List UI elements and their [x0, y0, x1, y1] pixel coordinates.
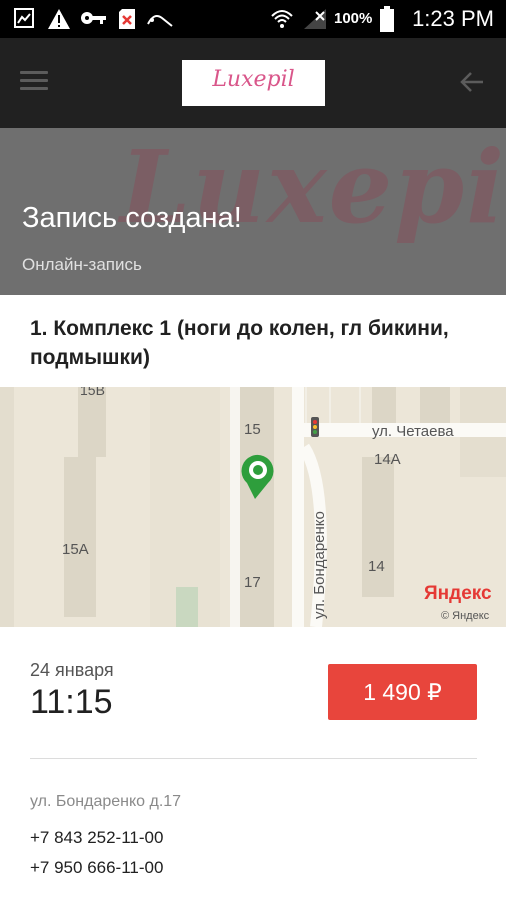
- map-label-15b: 15В: [80, 387, 105, 398]
- page-title: Запись создана!: [22, 202, 242, 234]
- cellular-signal-icon: [304, 9, 326, 29]
- app-toolbar: Luxepil: [0, 38, 506, 128]
- phone-link-1[interactable]: +7 843 252-11-00: [30, 828, 163, 848]
- clock: 1:23 PM: [412, 6, 494, 31]
- map-label-15a: 15А: [62, 541, 89, 558]
- back-arrow-icon[interactable]: [458, 68, 486, 96]
- menu-icon[interactable]: [20, 71, 48, 93]
- status-bar: 100% 1:23 PM: [0, 0, 506, 38]
- logo: Luxepil: [182, 60, 325, 106]
- booking-date: 24 января: [30, 660, 114, 680]
- battery-icon: [380, 6, 394, 32]
- no-signal-icon: [147, 15, 173, 27]
- service-section: 1. Комплекс 1 (ноги до колен, гл бикини,…: [0, 295, 506, 387]
- warning-icon: [48, 9, 70, 29]
- map-brand-logo: Яндекс: [424, 583, 492, 604]
- key-icon: [81, 12, 106, 24]
- map-label-14a: 14А: [374, 451, 401, 468]
- service-title: 1. Комплекс 1 (ноги до колен, гл бикини,…: [30, 317, 449, 369]
- map[interactable]: 15В 15 ул. Четаева 14А 15А 17 14 ул. Бон…: [0, 387, 506, 627]
- map-copyright: © Яндекс: [441, 610, 490, 622]
- wifi-icon: [271, 10, 293, 28]
- phone-link-2[interactable]: +7 950 666-11-00: [30, 858, 163, 878]
- map-label-17: 17: [244, 574, 261, 591]
- booking-time: 11:15: [30, 683, 113, 721]
- map-label-street-chetaeva: ул. Четаева: [372, 423, 454, 440]
- map-label-14: 14: [368, 558, 385, 575]
- map-label-15: 15: [244, 421, 261, 438]
- booking-info: 24 января 11:15 1 490 ₽ ул. Бондаренко д…: [0, 627, 506, 900]
- divider: [30, 758, 477, 759]
- page-subtitle: Онлайн-запись: [22, 255, 142, 274]
- salon-address: ул. Бондаренко д.17: [30, 793, 182, 810]
- gallery-icon: [14, 8, 34, 28]
- confirmation-header: Luxepil Запись создана! Онлайн-запись: [0, 128, 506, 295]
- sd-card-error-icon: [119, 9, 135, 29]
- logo-text: Luxepil: [212, 67, 295, 92]
- battery-percent: 100%: [334, 10, 373, 27]
- price-button[interactable]: 1 490 ₽: [328, 664, 477, 720]
- map-label-street-bondarenko: ул. Бондаренко: [311, 511, 328, 619]
